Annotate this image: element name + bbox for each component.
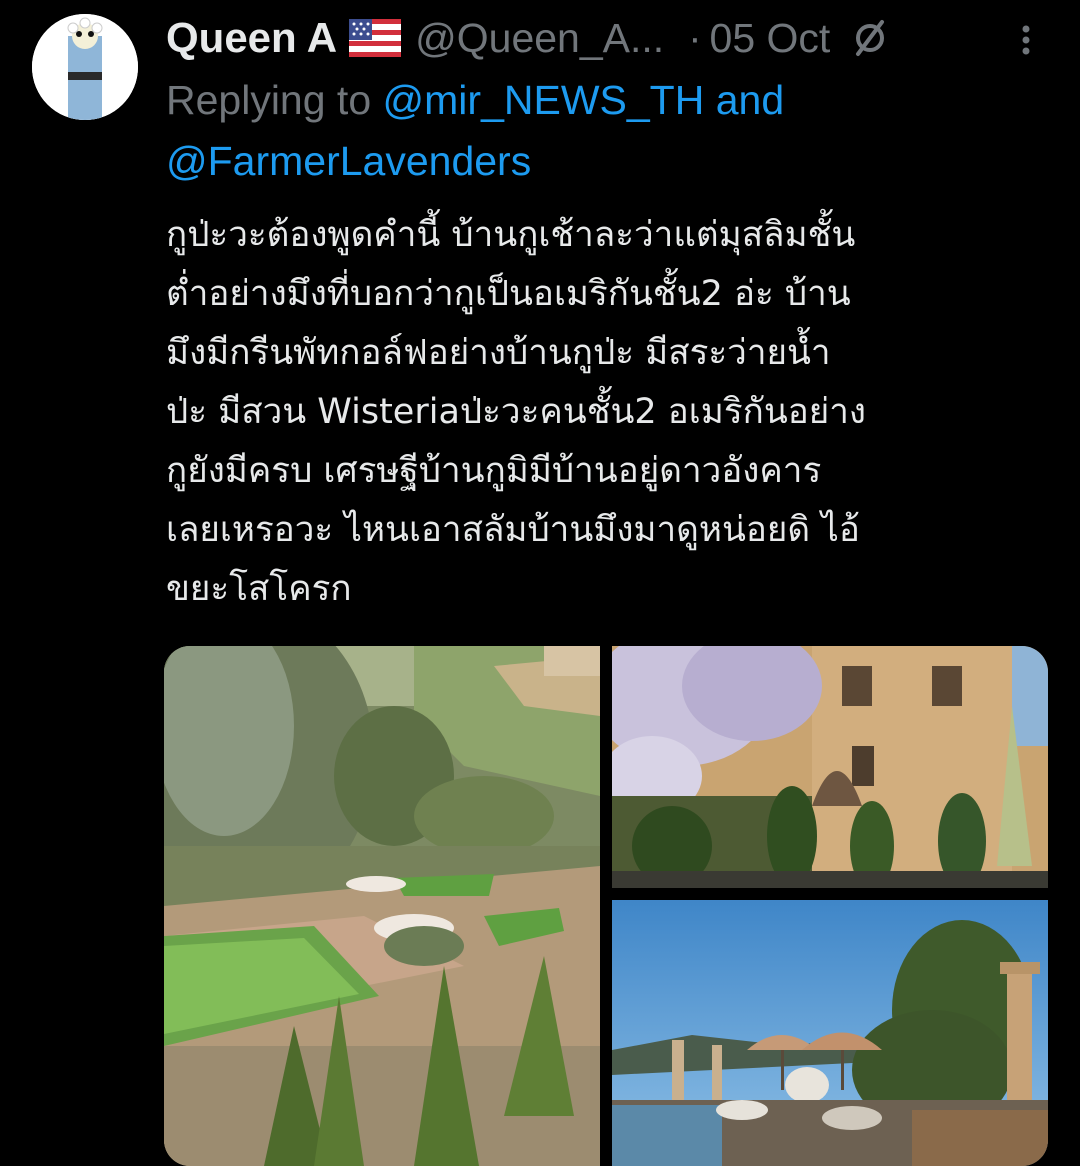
reply-conjunction: and — [715, 77, 785, 123]
media-villa-wisteria[interactable] — [612, 646, 1048, 888]
media-grid — [164, 646, 1048, 1166]
avatar[interactable] — [32, 14, 138, 120]
us-flag-icon — [349, 19, 402, 57]
tweet-date[interactable]: 05 Oct — [710, 15, 831, 62]
replying-prefix: Replying to — [166, 77, 372, 123]
media-garden-putting-green[interactable] — [164, 646, 600, 1166]
mention-link[interactable]: @FarmerLavenders — [166, 138, 531, 184]
tweet-header: Queen A @Queen_A... · 05 Oct — [166, 10, 1046, 66]
mention-link[interactable]: @mir_NEWS_TH — [383, 77, 705, 123]
media-pool-umbrellas[interactable] — [612, 900, 1048, 1166]
more-options-icon[interactable] — [1012, 20, 1040, 60]
replying-to: Replying to @mir_NEWS_TH and @FarmerLave… — [166, 70, 1046, 192]
author-handle[interactable]: @Queen_A... — [415, 15, 664, 62]
tweet-text: กูป่ะวะต้องพูดคำนี้ บ้านกูเช้าละว่าแต่มุ… — [166, 215, 867, 609]
separator-dot: · — [688, 15, 702, 60]
display-name[interactable]: Queen A — [166, 14, 337, 62]
edit-history-icon — [848, 16, 892, 60]
